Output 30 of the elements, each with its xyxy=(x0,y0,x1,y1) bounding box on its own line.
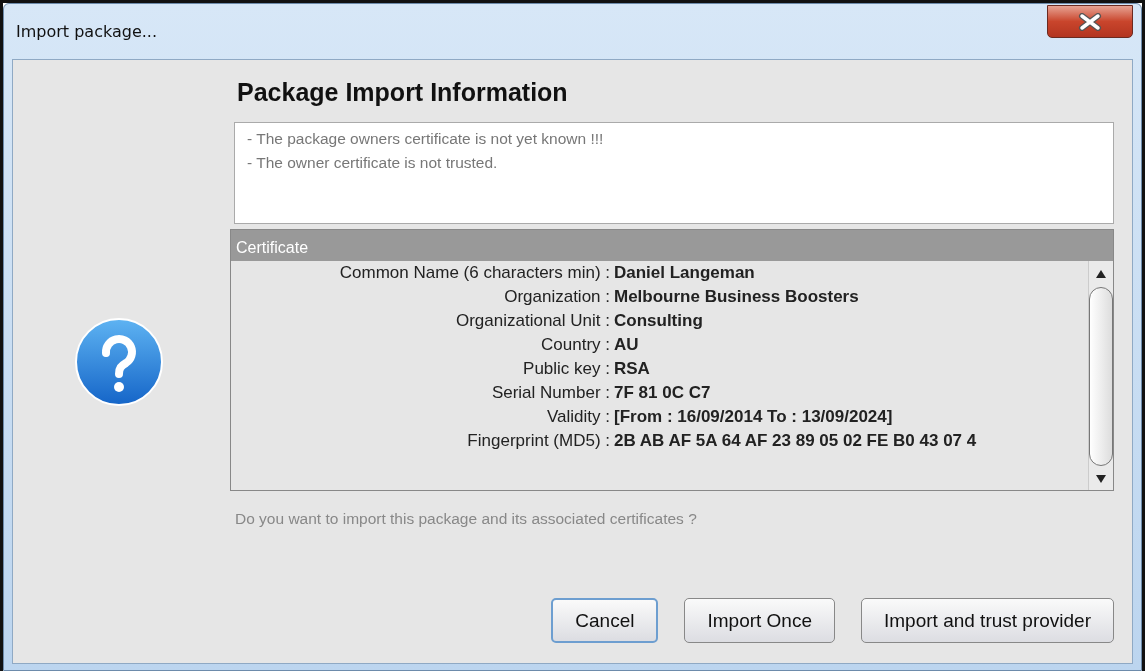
field-value: AU xyxy=(614,335,640,355)
scroll-thumb[interactable] xyxy=(1089,287,1113,466)
field-value: 2B AB AF 5A 64 AF 23 89 05 02 FE B0 43 07 4 xyxy=(614,431,978,451)
message-line: - The owner certificate is not trusted. xyxy=(247,154,499,172)
field-label: Country : xyxy=(540,335,611,355)
field-value: Melbourne Business Boosters xyxy=(614,287,860,307)
field-label: Validity : xyxy=(546,407,611,427)
field-label: Common Name (6 characters min) : xyxy=(338,263,611,283)
question-icon xyxy=(74,316,164,407)
dialog-button[interactable]: Import and trust provider xyxy=(861,598,1114,643)
field-value: Daniel Langeman xyxy=(614,263,756,283)
close-button[interactable] xyxy=(1047,5,1133,38)
field-value: [From : 16/09/2014 To : 13/09/2024] xyxy=(614,407,894,427)
dialog-button[interactable]: Cancel xyxy=(551,598,659,643)
window-title: Import package... xyxy=(15,22,157,41)
field-label: Organizational Unit : xyxy=(454,311,611,331)
field-label: Fingerprint (MD5) : xyxy=(466,431,611,451)
dialog-button[interactable]: Import Once xyxy=(684,598,835,643)
message-line: - The package owners certificate is not yet known !!! xyxy=(247,130,605,148)
dialog-heading: Package Import Information xyxy=(237,78,569,108)
field-value: Consulting xyxy=(614,311,704,331)
question-text: Do you want to import this package and its associated certificates ? xyxy=(235,510,698,528)
close-icon xyxy=(1077,12,1103,31)
field-value: 7F 81 0C C7 xyxy=(614,383,712,403)
field-label: Public key : xyxy=(522,359,611,379)
field-label: Serial Number : xyxy=(490,383,611,403)
field-value: RSA xyxy=(614,359,651,379)
panel-header: Certificate xyxy=(231,230,1113,261)
scrollbar[interactable] xyxy=(1088,261,1113,490)
field-label: Organization : xyxy=(503,287,611,307)
